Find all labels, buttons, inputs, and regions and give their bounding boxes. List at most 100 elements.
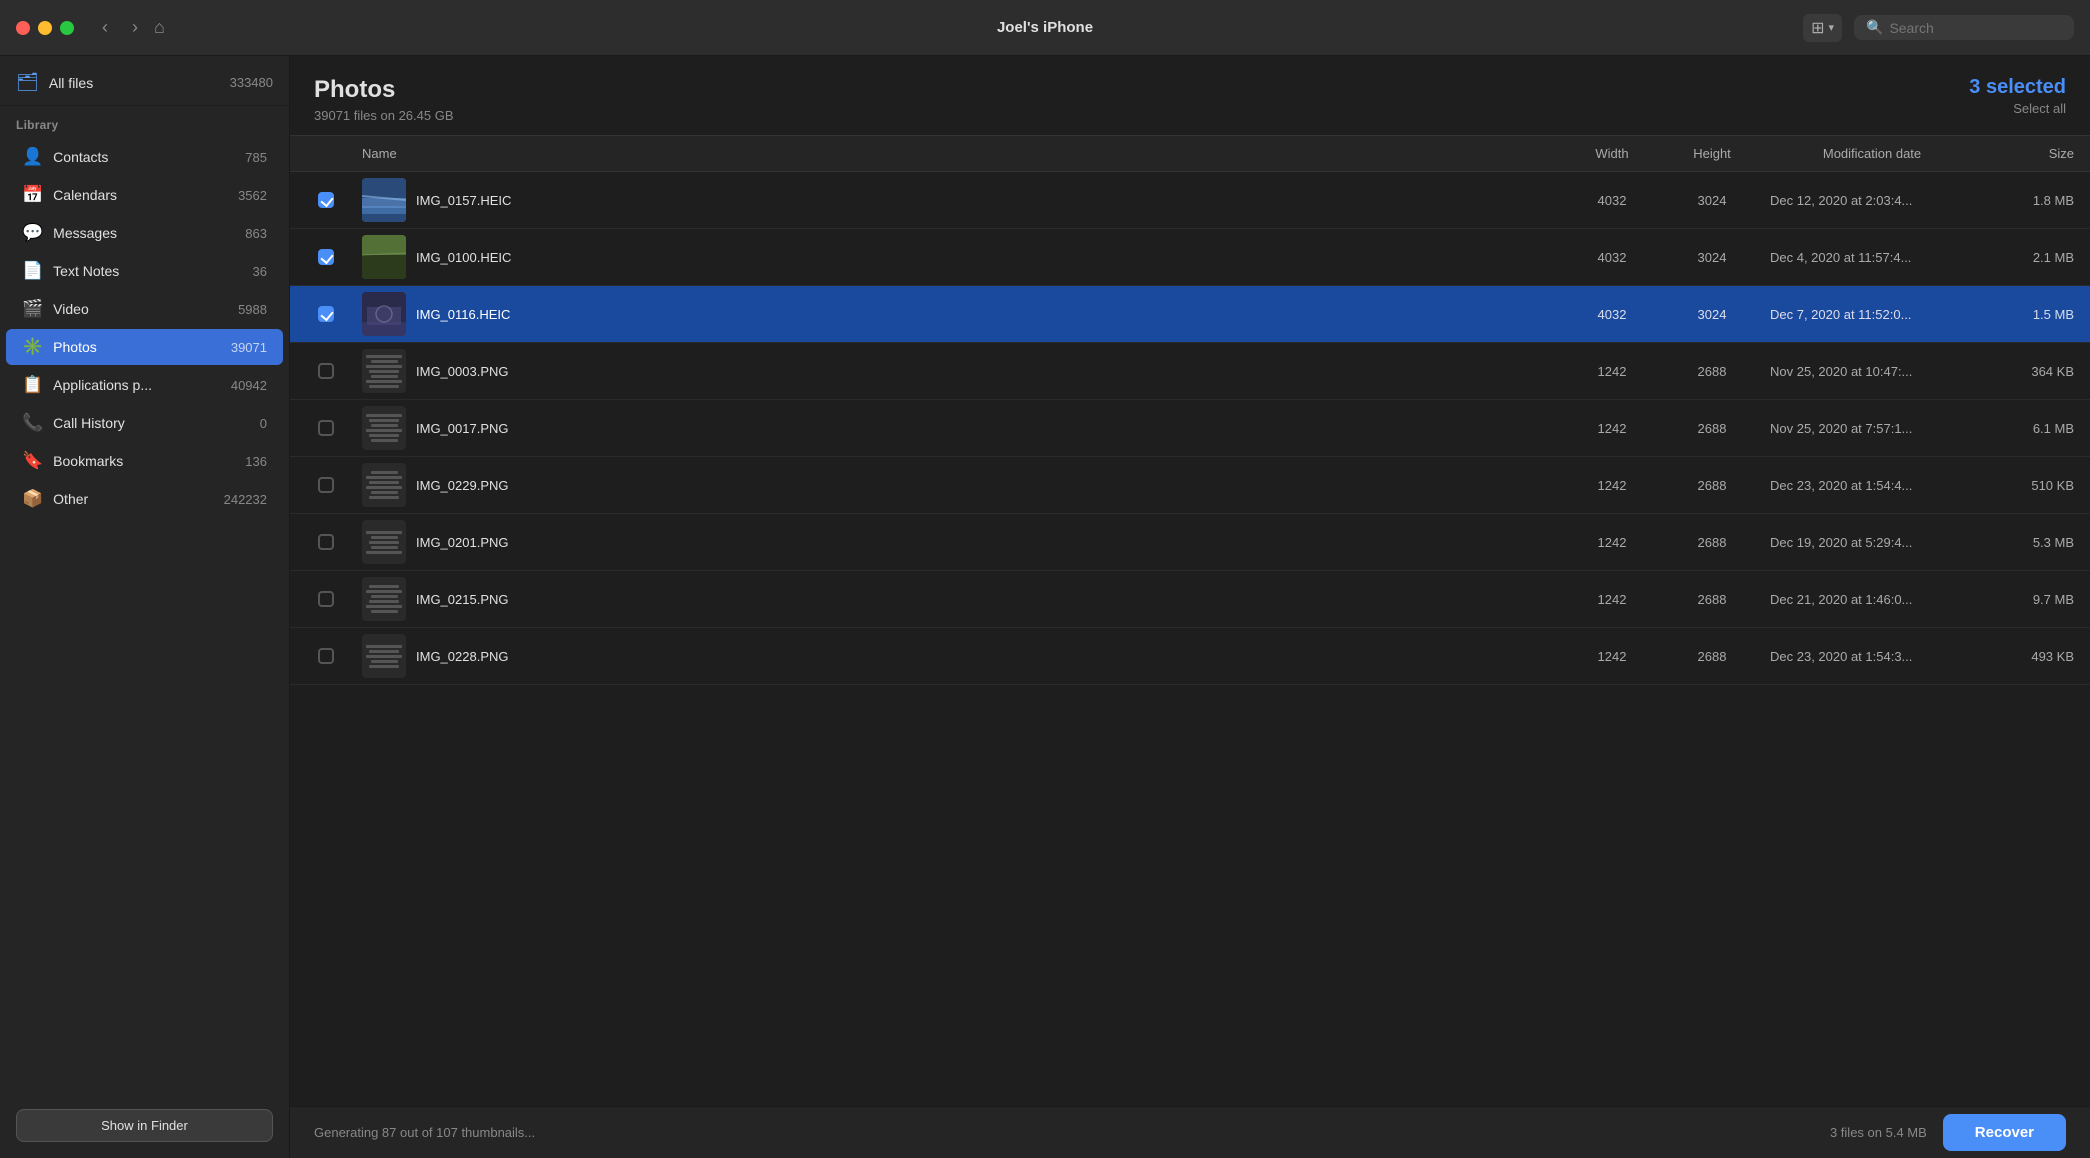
file-name-cell-5: IMG_0229.PNG	[354, 457, 1562, 513]
sidebar-item-messages[interactable]: 💬 Messages 863	[6, 215, 283, 251]
sidebar-label-messages: Messages	[53, 225, 235, 241]
table-row[interactable]: IMG_0116.HEIC 4032 3024 Dec 7, 2020 at 1…	[290, 286, 2090, 343]
sidebar-footer: Show in Finder	[0, 1093, 289, 1158]
selection-info: 3 selected Select all	[1969, 76, 2066, 116]
col-header-size: Size	[1982, 136, 2082, 171]
row-checkbox-3[interactable]	[318, 363, 334, 379]
file-width-8: 1242	[1562, 639, 1662, 674]
forward-button[interactable]: ›	[124, 13, 146, 42]
sidebar-count-messages: 863	[245, 226, 267, 241]
maximize-button[interactable]	[60, 21, 74, 35]
table-row[interactable]: IMG_0215.PNG 1242 2688 Dec 21, 2020 at 1…	[290, 571, 2090, 628]
file-thumbnail-0	[362, 178, 406, 222]
table-header: Name Width Height Modification date Size	[290, 135, 2090, 172]
file-name-0: IMG_0157.HEIC	[416, 193, 511, 208]
close-button[interactable]	[16, 21, 30, 35]
row-checkbox-7[interactable]	[318, 591, 334, 607]
sidebar-item-text-notes[interactable]: 📄 Text Notes 36	[6, 253, 283, 289]
checkbox-cell-8[interactable]	[298, 638, 354, 674]
checkbox-cell-5[interactable]	[298, 467, 354, 503]
row-checkbox-8[interactable]	[318, 648, 334, 664]
video-icon: 🎬	[22, 299, 43, 319]
table-row[interactable]: IMG_0229.PNG 1242 2688 Dec 23, 2020 at 1…	[290, 457, 2090, 514]
search-input[interactable]	[1889, 20, 2062, 36]
sidebar-count-text-notes: 36	[253, 264, 267, 279]
checkbox-cell-6[interactable]	[298, 524, 354, 560]
table-row[interactable]: IMG_0003.PNG 1242 2688 Nov 25, 2020 at 1…	[290, 343, 2090, 400]
sidebar-label-calendars: Calendars	[53, 187, 228, 203]
checkbox-cell-7[interactable]	[298, 581, 354, 617]
file-date-4: Nov 25, 2020 at 7:57:1...	[1762, 411, 1982, 446]
page-subtitle: 39071 files on 26.45 GB	[314, 108, 454, 123]
sidebar-item-video[interactable]: 🎬 Video 5988	[6, 291, 283, 327]
sidebar-item-bookmarks[interactable]: 🔖 Bookmarks 136	[6, 443, 283, 479]
applications-icon: 📋	[22, 375, 43, 395]
file-name-6: IMG_0201.PNG	[416, 535, 509, 550]
sidebar-item-contacts[interactable]: 👤 Contacts 785	[6, 139, 283, 175]
file-width-1: 4032	[1562, 240, 1662, 275]
checkbox-cell-0[interactable]	[298, 182, 354, 218]
sidebar-item-calendars[interactable]: 📅 Calendars 3562	[6, 177, 283, 213]
file-height-4: 2688	[1662, 411, 1762, 446]
minimize-button[interactable]	[38, 21, 52, 35]
file-height-2: 3024	[1662, 297, 1762, 332]
table-row[interactable]: IMG_0100.HEIC 4032 3024 Dec 4, 2020 at 1…	[290, 229, 2090, 286]
file-date-5: Dec 23, 2020 at 1:54:4...	[1762, 468, 1982, 503]
search-box[interactable]: 🔍	[1854, 15, 2074, 40]
home-button[interactable]: ⌂	[154, 17, 165, 38]
generating-status: Generating 87 out of 107 thumbnails...	[314, 1125, 535, 1140]
file-size-7: 9.7 MB	[1982, 582, 2082, 617]
file-name-cell-2: IMG_0116.HEIC	[354, 286, 1562, 342]
text-notes-icon: 📄	[22, 261, 43, 281]
thumb-img-1	[362, 235, 406, 279]
row-checkbox-4[interactable]	[318, 420, 334, 436]
file-size-3: 364 KB	[1982, 354, 2082, 389]
checkbox-cell-3[interactable]	[298, 353, 354, 389]
sidebar-label-contacts: Contacts	[53, 149, 235, 165]
file-height-7: 2688	[1662, 582, 1762, 617]
file-width-4: 1242	[1562, 411, 1662, 446]
checkbox-cell-2[interactable]	[298, 296, 354, 332]
file-thumbnail-5	[362, 463, 406, 507]
table-row[interactable]: IMG_0157.HEIC 4032 3024 Dec 12, 2020 at …	[290, 172, 2090, 229]
view-toggle[interactable]: ⊞ ▾	[1803, 14, 1842, 42]
file-width-0: 4032	[1562, 183, 1662, 218]
checkbox-cell-4[interactable]	[298, 410, 354, 446]
files-size-text: 3 files on 5.4 MB	[1830, 1125, 1927, 1140]
row-checkbox-0[interactable]	[318, 192, 334, 208]
file-date-8: Dec 23, 2020 at 1:54:3...	[1762, 639, 1982, 674]
table-row[interactable]: IMG_0017.PNG 1242 2688 Nov 25, 2020 at 7…	[290, 400, 2090, 457]
row-checkbox-2[interactable]	[318, 306, 334, 322]
row-checkbox-1[interactable]	[318, 249, 334, 265]
titlebar: ‹ › ⌂ Joel's iPhone ⊞ ▾ 🔍	[0, 0, 2090, 56]
file-date-1: Dec 4, 2020 at 11:57:4...	[1762, 240, 1982, 275]
file-date-0: Dec 12, 2020 at 2:03:4...	[1762, 183, 1982, 218]
sidebar-item-other[interactable]: 📦 Other 242232	[6, 481, 283, 517]
file-name-5: IMG_0229.PNG	[416, 478, 509, 493]
sidebar-count-applications: 40942	[231, 378, 267, 393]
sidebar: 🗂 All files 333480 Library 👤 Contacts 78…	[0, 56, 290, 1158]
row-checkbox-6[interactable]	[318, 534, 334, 550]
file-width-5: 1242	[1562, 468, 1662, 503]
row-checkbox-5[interactable]	[318, 477, 334, 493]
file-size-8: 493 KB	[1982, 639, 2082, 674]
sidebar-item-applications[interactable]: 📋 Applications p... 40942	[6, 367, 283, 403]
file-name-cell-6: IMG_0201.PNG	[354, 514, 1562, 570]
table-row[interactable]: IMG_0228.PNG 1242 2688 Dec 23, 2020 at 1…	[290, 628, 2090, 685]
recover-button[interactable]: Recover	[1943, 1114, 2066, 1151]
sidebar-item-photos[interactable]: ✳️ Photos 39071	[6, 329, 283, 365]
all-files-label: All files	[49, 75, 220, 91]
show-in-finder-button[interactable]: Show in Finder	[16, 1109, 273, 1142]
sidebar-item-call-history[interactable]: 📞 Call History 0	[6, 405, 283, 441]
checkbox-cell-1[interactable]	[298, 239, 354, 275]
table-row[interactable]: IMG_0201.PNG 1242 2688 Dec 19, 2020 at 5…	[290, 514, 2090, 571]
file-width-6: 1242	[1562, 525, 1662, 560]
page-title: Photos	[314, 76, 454, 104]
sidebar-all-files[interactable]: 🗂 All files 333480	[0, 56, 289, 106]
file-name-2: IMG_0116.HEIC	[416, 307, 510, 322]
file-thumbnail-3	[362, 349, 406, 393]
select-all-link[interactable]: Select all	[1969, 101, 2066, 116]
back-button[interactable]: ‹	[94, 13, 116, 42]
sidebar-count-photos: 39071	[231, 340, 267, 355]
file-name-cell-4: IMG_0017.PNG	[354, 400, 1562, 456]
